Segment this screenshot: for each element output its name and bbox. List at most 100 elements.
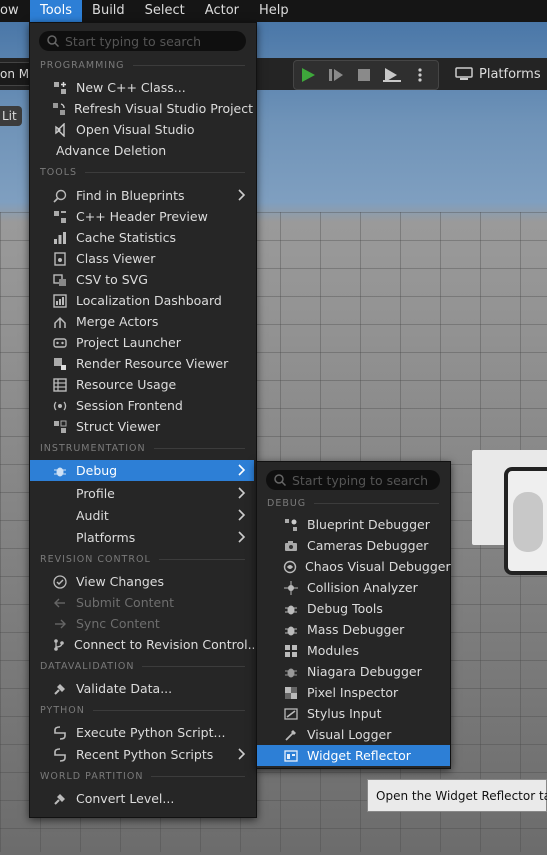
play-options-button[interactable] xyxy=(406,61,434,89)
chaos-icon xyxy=(283,559,297,575)
menu-item-submit-content[interactable]: Submit Content xyxy=(52,592,252,613)
python-icon xyxy=(52,725,68,741)
menu-item-class-viewer[interactable]: Class Viewer xyxy=(52,248,252,269)
section-python: PYTHON xyxy=(40,705,245,716)
class-viewer-icon xyxy=(52,251,68,267)
visual-studio-icon xyxy=(52,122,68,138)
menu-item-modules[interactable]: Modules xyxy=(283,640,443,661)
modules-icon xyxy=(283,643,299,659)
stylus-icon xyxy=(283,706,299,722)
section-revision-control: REVISION CONTROL xyxy=(40,554,245,565)
menu-item-visual-logger[interactable]: Visual Logger xyxy=(283,724,443,745)
menu-tools[interactable]: Tools xyxy=(30,0,83,22)
menu-item-struct-viewer[interactable]: Struct Viewer xyxy=(52,416,252,437)
header-preview-icon xyxy=(52,209,68,225)
menu-item-blueprint-debugger[interactable]: Blueprint Debugger xyxy=(283,514,443,535)
branch-icon xyxy=(52,637,66,653)
menu-item-render-resource-viewer[interactable]: Render Resource Viewer xyxy=(52,353,252,374)
menu-item-collision-analyzer[interactable]: Collision Analyzer xyxy=(283,577,443,598)
menu-item-new-cpp-class[interactable]: New C++ Class... xyxy=(52,77,252,98)
menu-item-project-launcher[interactable]: Project Launcher xyxy=(52,332,252,353)
section-debug: DEBUG xyxy=(267,498,439,509)
debug-search-placeholder: Start typing to search xyxy=(292,472,429,488)
menu-item-cpp-header-preview[interactable]: C++ Header Preview xyxy=(52,206,252,227)
step-button[interactable] xyxy=(322,61,350,89)
bug-icon xyxy=(283,601,299,617)
struct-icon xyxy=(52,419,68,435)
menu-item-validate-data[interactable]: Validate Data... xyxy=(52,678,252,699)
tools-menu: Start typing to search PROGRAMMING New C… xyxy=(29,22,257,818)
stats-icon xyxy=(52,230,68,246)
menu-window[interactable]: ow xyxy=(0,0,30,22)
section-programming: PROGRAMMING xyxy=(40,60,245,71)
menu-item-debug[interactable]: Debug xyxy=(30,460,254,481)
view-mode-lit-button[interactable]: Lit xyxy=(0,106,22,126)
arrow-right-icon xyxy=(52,616,68,632)
chevron-right-icon xyxy=(238,509,246,521)
menu-item-merge-actors[interactable]: Merge Actors xyxy=(52,311,252,332)
menu-item-open-visual-studio[interactable]: Open Visual Studio xyxy=(52,119,252,140)
menu-help[interactable]: Help xyxy=(249,0,299,22)
menu-item-convert-level[interactable]: Convert Level... xyxy=(52,788,252,809)
menu-item-widget-reflector[interactable]: Widget Reflector xyxy=(257,745,450,766)
tools-search-input[interactable]: Start typing to search xyxy=(39,31,246,51)
eject-icon xyxy=(383,68,401,82)
pixel-icon xyxy=(283,685,299,701)
section-world-partition: WORLD PARTITION xyxy=(40,771,245,782)
chevron-right-icon xyxy=(238,531,246,543)
platforms-toolbar-button[interactable]: Platforms xyxy=(455,60,547,88)
menu-item-find-in-blueprints[interactable]: Find in Blueprints xyxy=(52,185,254,206)
stop-button[interactable] xyxy=(350,61,378,89)
menu-item-refresh-vs-project[interactable]: Refresh Visual Studio Project xyxy=(52,98,253,119)
menu-item-session-frontend[interactable]: Session Frontend xyxy=(52,395,252,416)
validate-icon xyxy=(52,681,68,697)
collision-icon xyxy=(283,580,299,596)
tooltip: Open the Widget Reflector tab. xyxy=(367,779,547,812)
menu-build[interactable]: Build xyxy=(82,0,135,22)
search-icon xyxy=(274,474,286,486)
menu-item-execute-python-script[interactable]: Execute Python Script... xyxy=(52,722,252,743)
menu-item-stylus-input[interactable]: Stylus Input xyxy=(283,703,443,724)
menu-item-chaos-visual-debugger[interactable]: Chaos Visual Debugger xyxy=(283,556,451,577)
menu-item-cache-statistics[interactable]: Cache Statistics xyxy=(52,227,252,248)
menu-item-niagara-debugger[interactable]: Niagara Debugger xyxy=(283,661,443,682)
menu-item-pixel-inspector[interactable]: Pixel Inspector xyxy=(283,682,443,703)
debug-submenu: Start typing to search DEBUG Blueprint D… xyxy=(256,461,451,769)
menu-item-platforms[interactable]: Platforms xyxy=(52,527,254,548)
menu-item-view-changes[interactable]: View Changes xyxy=(52,571,252,592)
section-instrumentation: INSTRUMENTATION xyxy=(40,443,245,454)
menu-actor[interactable]: Actor xyxy=(195,0,249,22)
menu-bar: ow Tools Build Select Actor Help xyxy=(0,0,547,22)
menu-item-debug-tools[interactable]: Debug Tools xyxy=(283,598,443,619)
menu-item-audit[interactable]: Audit xyxy=(52,505,254,526)
play-button[interactable] xyxy=(294,61,322,89)
step-icon xyxy=(329,69,343,81)
section-datavalidation: DATAVALIDATION xyxy=(40,661,245,672)
eject-button[interactable] xyxy=(378,61,406,89)
debug-search-input[interactable]: Start typing to search xyxy=(266,470,440,490)
check-circle-icon xyxy=(52,574,68,590)
menu-item-recent-python-scripts[interactable]: Recent Python Scripts xyxy=(52,744,254,765)
logger-icon xyxy=(283,727,299,743)
chevron-right-icon xyxy=(238,748,246,760)
arrow-left-icon xyxy=(52,595,68,611)
menu-item-mass-debugger[interactable]: Mass Debugger xyxy=(283,619,443,640)
platforms-icon xyxy=(455,67,473,80)
chevron-right-icon xyxy=(238,464,246,476)
menu-item-localization-dashboard[interactable]: Localization Dashboard xyxy=(52,290,252,311)
menu-item-advance-deletion[interactable]: Advance Deletion xyxy=(56,140,252,161)
menu-item-cameras-debugger[interactable]: Cameras Debugger xyxy=(283,535,443,556)
play-icon xyxy=(302,68,315,82)
more-vertical-icon xyxy=(418,68,422,82)
menu-item-profile[interactable]: Profile xyxy=(52,483,254,504)
bug-icon xyxy=(52,463,68,479)
menu-item-connect-revision-control[interactable]: Connect to Revision Control... xyxy=(52,634,254,655)
niagara-icon xyxy=(283,664,299,680)
menu-item-resource-usage[interactable]: Resource Usage xyxy=(52,374,252,395)
menu-item-sync-content[interactable]: Sync Content xyxy=(52,613,252,634)
localization-icon xyxy=(52,293,68,309)
session-icon xyxy=(52,398,68,414)
menu-item-csv-to-svg[interactable]: CSV to SVG xyxy=(52,269,252,290)
menu-select[interactable]: Select xyxy=(135,0,195,22)
add-class-icon xyxy=(52,80,68,96)
